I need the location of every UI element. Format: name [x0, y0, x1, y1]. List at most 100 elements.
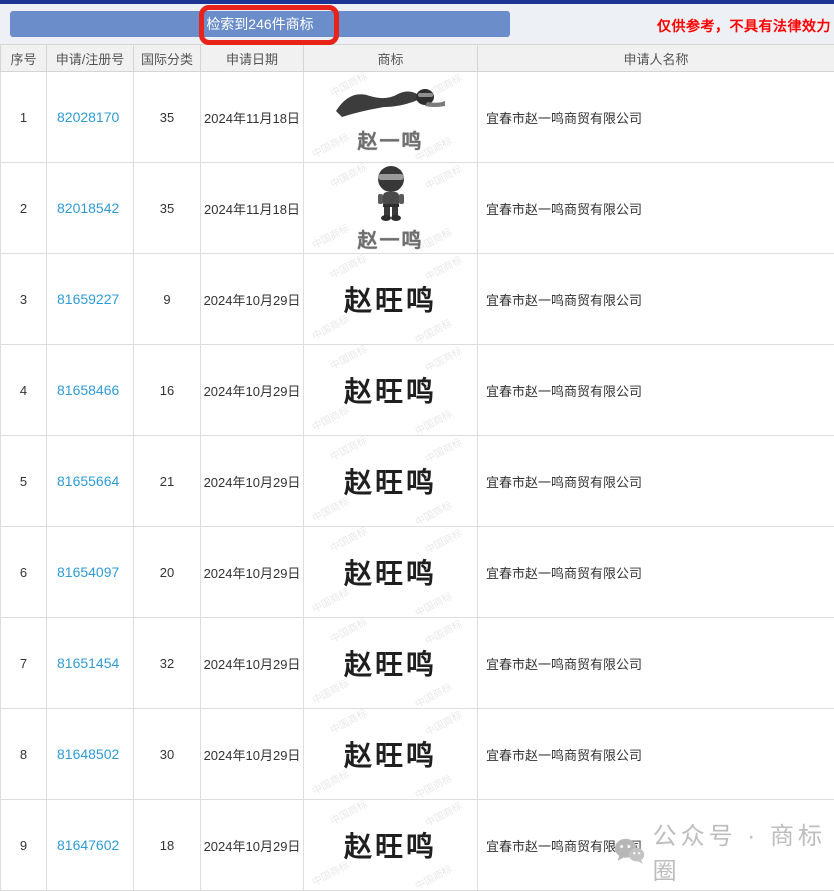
- table-header-row: 序号 申请/注册号 国际分类 申请日期 商标 申请人名称: [1, 45, 834, 72]
- trademark-cell-content: 中国商标 中国商标 中国商标 中国商标: [304, 709, 477, 799]
- trademark-text: 赵旺鸣: [344, 734, 437, 774]
- intl-class-cell: 35: [134, 163, 201, 254]
- app-date-cell: 2024年10月29日: [201, 254, 304, 345]
- app-number-cell: 81655664: [47, 436, 134, 527]
- trademark-cell-content: 中国商标 中国商标 中国商标 中国商标: [304, 436, 477, 526]
- intl-class-cell: 9: [134, 254, 201, 345]
- row-index: 5: [1, 436, 47, 527]
- trademark-cell: 中国商标 中国商标 中国商标 中国商标: [304, 436, 478, 527]
- app-number-link[interactable]: 82028170: [57, 109, 119, 125]
- header-app-number: 申请/注册号: [47, 45, 134, 72]
- app-number-cell: 81648502: [47, 709, 134, 800]
- applicant-cell: 宜春市赵一鸣商贸有限公司: [478, 800, 834, 891]
- app-date-cell: 2024年10月29日: [201, 436, 304, 527]
- trademark-cell: 中国商标 中国商标 中国商标 中国商标: [304, 709, 478, 800]
- toolbar: 检索到246件商标 仅供参考，不具有法律效力: [0, 4, 834, 44]
- app-number-link[interactable]: 81655664: [57, 473, 119, 489]
- trademark-results-table: 序号 申请/注册号 国际分类 申请日期 商标 申请人名称 1 82028170 …: [0, 44, 834, 891]
- app-number-link[interactable]: 81659227: [57, 291, 119, 307]
- row-index: 4: [1, 345, 47, 436]
- table-row: 8 81648502 30 2024年10月29日 中国商标 中国商标 中国商标…: [1, 709, 834, 800]
- header-trademark: 商标: [304, 45, 478, 72]
- cell-watermark: 中国商标: [327, 800, 369, 828]
- row-index: 1: [1, 72, 47, 163]
- trademark-text: 赵旺鸣: [344, 825, 437, 865]
- cell-watermark: 中国商标: [309, 128, 351, 160]
- table-row: 6 81654097 20 2024年10月29日 中国商标 中国商标 中国商标…: [1, 527, 834, 618]
- trademark-text: 赵旺鸣: [344, 370, 437, 410]
- app-number-cell: 82018542: [47, 163, 134, 254]
- row-index: 9: [1, 800, 47, 891]
- cell-watermark: 中国商标: [309, 219, 351, 251]
- cell-watermark: 中国商标: [327, 345, 369, 373]
- table-row: 7 81651454 32 2024年10月29日 中国商标 中国商标 中国商标…: [1, 618, 834, 709]
- row-index: 3: [1, 254, 47, 345]
- trademark-cell-content: 中国商标 中国商标 中国商标 中国商标: [304, 345, 477, 435]
- trademark-text: 赵旺鸣: [344, 279, 437, 319]
- app-number-link[interactable]: 81648502: [57, 746, 119, 762]
- row-index: 6: [1, 527, 47, 618]
- app-date-cell: 2024年10月29日: [201, 345, 304, 436]
- app-date-cell: 2024年10月29日: [201, 709, 304, 800]
- header-index: 序号: [1, 45, 47, 72]
- applicant-cell: 宜春市赵一鸣商贸有限公司: [478, 618, 834, 709]
- cell-watermark: 中国商标: [327, 436, 369, 464]
- trademark-cell: 中国商标 中国商标 中国商标 中国商标: [304, 618, 478, 709]
- app-number-link[interactable]: 81654097: [57, 564, 119, 580]
- cell-watermark: 中国商标: [327, 527, 369, 555]
- table-row: 3 81659227 9 2024年10月29日 中国商标 中国商标 中国商标 …: [1, 254, 834, 345]
- trademark-cell: 中国商标 中国商标 中国商标 中国商标: [304, 72, 478, 163]
- app-number-cell: 81654097: [47, 527, 134, 618]
- applicant-cell: 宜春市赵一鸣商贸有限公司: [478, 72, 834, 163]
- trademark-cell-content: 中国商标 中国商标 中国商标 中国商标: [304, 163, 477, 253]
- app-number-cell: 81647602: [47, 800, 134, 891]
- trademark-cell: 中国商标 中国商标 中国商标 中国商标: [304, 527, 478, 618]
- trademark-cell-content: 中国商标 中国商标 中国商标 中国商标: [304, 72, 477, 162]
- trademark-cell: 中国商标 中国商标 中国商标 中国商标: [304, 254, 478, 345]
- results-table-body: 1 82028170 35 2024年11月18日 中国商标 中国商标 中国商标…: [1, 72, 834, 891]
- header-intl-class: 国际分类: [134, 45, 201, 72]
- app-number-link[interactable]: 81651454: [57, 655, 119, 671]
- app-number-link[interactable]: 81647602: [57, 837, 119, 853]
- intl-class-cell: 30: [134, 709, 201, 800]
- trademark-cell: 中国商标 中国商标 中国商标 中国商标: [304, 345, 478, 436]
- trademark-cell: 中国商标 中国商标 中国商标 中国商标: [304, 163, 478, 254]
- cell-watermark: 中国商标: [327, 709, 369, 737]
- header-applicant: 申请人名称: [478, 45, 834, 72]
- standing-superhero-icon: [363, 164, 419, 222]
- app-number-cell: 81651454: [47, 618, 134, 709]
- trademark-text: 赵旺鸣: [344, 552, 437, 592]
- search-result-count-button[interactable]: 检索到246件商标: [10, 11, 510, 37]
- legal-disclaimer-text: 仅供参考，不具有法律效力: [657, 16, 831, 36]
- applicant-cell: 宜春市赵一鸣商贸有限公司: [478, 254, 834, 345]
- app-number-link[interactable]: 81658466: [57, 382, 119, 398]
- trademark-text: 赵旺鸣: [344, 643, 437, 683]
- app-date-cell: 2024年11月18日: [201, 163, 304, 254]
- intl-class-cell: 32: [134, 618, 201, 709]
- trademark-text: 赵旺鸣: [344, 461, 437, 501]
- app-date-cell: 2024年10月29日: [201, 618, 304, 709]
- cell-watermark: 中国商标: [327, 254, 369, 282]
- trademark-text: 赵一鸣: [358, 224, 424, 253]
- row-index: 2: [1, 163, 47, 254]
- cell-watermark: 中国商标: [422, 163, 464, 193]
- cell-watermark: 中国商标: [327, 618, 369, 646]
- trademark-cell-content: 中国商标 中国商标 中国商标 中国商标: [304, 254, 477, 344]
- app-number-link[interactable]: 82018542: [57, 200, 119, 216]
- app-date-cell: 2024年10月29日: [201, 527, 304, 618]
- table-row: 2 82018542 35 2024年11月18日 中国商标 中国商标 中国商标…: [1, 163, 834, 254]
- trademark-cell-content: 中国商标 中国商标 中国商标 中国商标: [304, 800, 477, 890]
- flying-superhero-icon: [332, 81, 450, 123]
- table-row: 1 82028170 35 2024年11月18日 中国商标 中国商标 中国商标…: [1, 72, 834, 163]
- app-date-cell: 2024年10月29日: [201, 800, 304, 891]
- applicant-cell: 宜春市赵一鸣商贸有限公司: [478, 163, 834, 254]
- trademark-cell-content: 中国商标 中国商标 中国商标 中国商标: [304, 618, 477, 708]
- applicant-cell: 宜春市赵一鸣商贸有限公司: [478, 709, 834, 800]
- row-index: 7: [1, 618, 47, 709]
- applicant-cell: 宜春市赵一鸣商贸有限公司: [478, 345, 834, 436]
- row-index: 8: [1, 709, 47, 800]
- intl-class-cell: 20: [134, 527, 201, 618]
- header-app-date: 申请日期: [201, 45, 304, 72]
- trademark-cell-content: 中国商标 中国商标 中国商标 中国商标: [304, 527, 477, 617]
- intl-class-cell: 35: [134, 72, 201, 163]
